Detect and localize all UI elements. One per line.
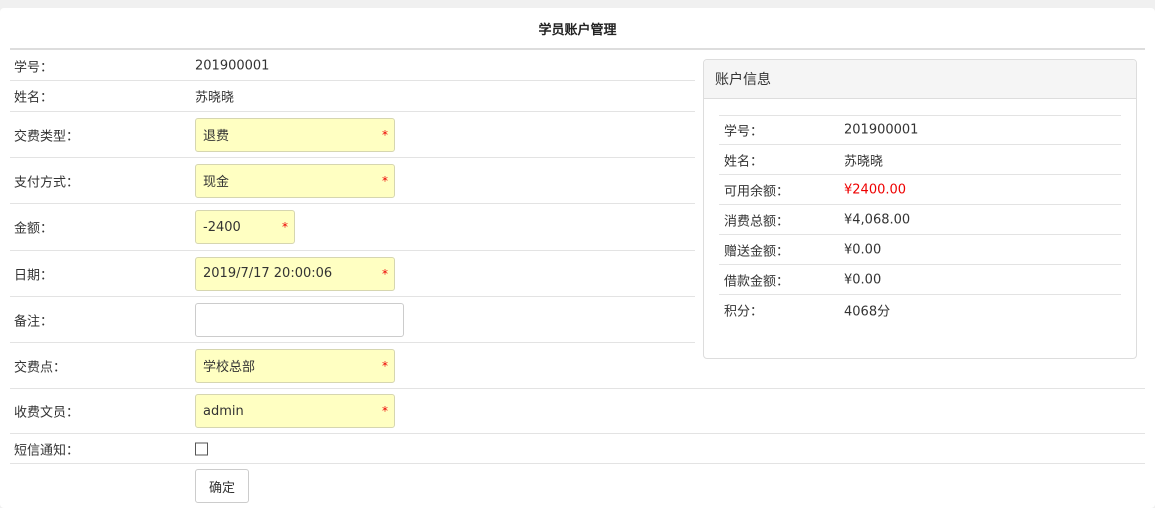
account-row-value: 苏晓晓	[844, 154, 884, 169]
account-info-header: 账户信息	[704, 60, 1136, 99]
account-row: 赠送金额： ¥0.00	[719, 235, 1121, 265]
cashier-label: 收费文员：	[14, 405, 80, 421]
account-row: 借款金额： ¥0.00	[719, 265, 1121, 295]
account-row-label: 积分：	[724, 304, 764, 320]
pay-point-value: 学校总部	[203, 360, 256, 375]
amount-label: 金额：	[14, 221, 54, 237]
pay-method-label: 支付方式：	[14, 175, 80, 190]
form-row-cashier: 收费文员： admin *	[10, 389, 1145, 434]
name-label: 姓名：	[14, 90, 54, 106]
student-id-value: 201900001	[195, 58, 270, 73]
form-row-name: 姓名： 苏晓晓	[10, 81, 695, 112]
date-label: 日期：	[14, 268, 54, 283]
form-row-fee-type: 交费类型： 退费 *	[10, 112, 695, 158]
account-row: 积分： 4068分	[719, 295, 1121, 325]
account-row-label: 学号：	[724, 124, 764, 139]
fee-type-label: 交费类型：	[14, 129, 80, 144]
amount-value: -2400	[203, 219, 241, 235]
account-row-value: ¥4,068.00	[844, 212, 911, 227]
account-row-value: ¥0.00	[844, 272, 882, 287]
required-mark: *	[382, 127, 388, 142]
fee-type-select[interactable]: 退费 *	[195, 117, 395, 152]
form-row-pay-method: 支付方式： 现金 *	[10, 158, 695, 204]
confirm-button[interactable]: 确定	[195, 469, 249, 503]
account-row-value: 4068分	[844, 304, 891, 320]
account-row-label: 借款金额：	[724, 274, 790, 289]
sms-label: 短信通知：	[14, 443, 80, 458]
account-info-box: 账户信息 学号： 201900001 姓名： 苏晓晓 可用余额： ¥2400.0…	[703, 59, 1137, 359]
account-row: 姓名： 苏晓晓	[719, 145, 1121, 175]
form-row-submit: 确定	[10, 464, 1145, 508]
remark-input[interactable]	[195, 302, 404, 337]
pay-method-value: 现金	[203, 175, 230, 190]
account-row-value: 201900001	[844, 122, 919, 137]
remark-label: 备注：	[14, 314, 54, 329]
required-mark: *	[282, 220, 288, 234]
date-input[interactable]: 2019/7/17 20:00:06 *	[195, 256, 395, 291]
account-row: 消费总额： ¥4,068.00	[719, 205, 1121, 235]
required-mark: *	[382, 358, 388, 373]
cashier-value: admin	[203, 403, 244, 419]
page-title: 学员账户管理	[10, 8, 1145, 50]
form-row-sms: 短信通知：	[10, 434, 1145, 464]
name-value: 苏晓晓	[195, 90, 235, 106]
pay-point-label: 交费点：	[14, 360, 67, 375]
date-value: 2019/7/17 20:00:06	[203, 266, 333, 281]
account-row: 可用余额： ¥2400.00	[719, 175, 1121, 205]
account-row-label: 姓名：	[724, 154, 764, 169]
pay-method-select[interactable]: 现金 *	[195, 163, 395, 198]
form-row-student-id: 学号： 201900001	[10, 51, 695, 81]
account-row-label: 消费总额：	[724, 214, 790, 229]
account-row-value: ¥0.00	[844, 242, 882, 257]
required-mark: *	[382, 266, 388, 281]
form-row-remark: 备注：	[10, 297, 695, 343]
fee-type-value: 退费	[203, 129, 230, 144]
required-mark: *	[382, 404, 388, 418]
cashier-select[interactable]: admin *	[195, 394, 395, 428]
form-row-amount: 金额： -2400 *	[10, 204, 695, 251]
account-management-panel: 学员账户管理 学号： 201900001 姓名： 苏晓晓 交费类型： 退费 * …	[0, 8, 1155, 508]
student-id-label: 学号：	[14, 60, 54, 75]
account-row: 学号： 201900001	[719, 115, 1121, 145]
sms-checkbox[interactable]	[195, 442, 208, 455]
form-row-date: 日期： 2019/7/17 20:00:06 *	[10, 251, 695, 297]
required-mark: *	[382, 173, 388, 188]
amount-input[interactable]: -2400 *	[195, 210, 295, 244]
account-row-label: 赠送金额：	[724, 244, 790, 259]
pay-point-select[interactable]: 学校总部 *	[195, 348, 395, 383]
available-balance-value: ¥2400.00	[844, 182, 907, 197]
account-row-label: 可用余额：	[724, 184, 790, 199]
